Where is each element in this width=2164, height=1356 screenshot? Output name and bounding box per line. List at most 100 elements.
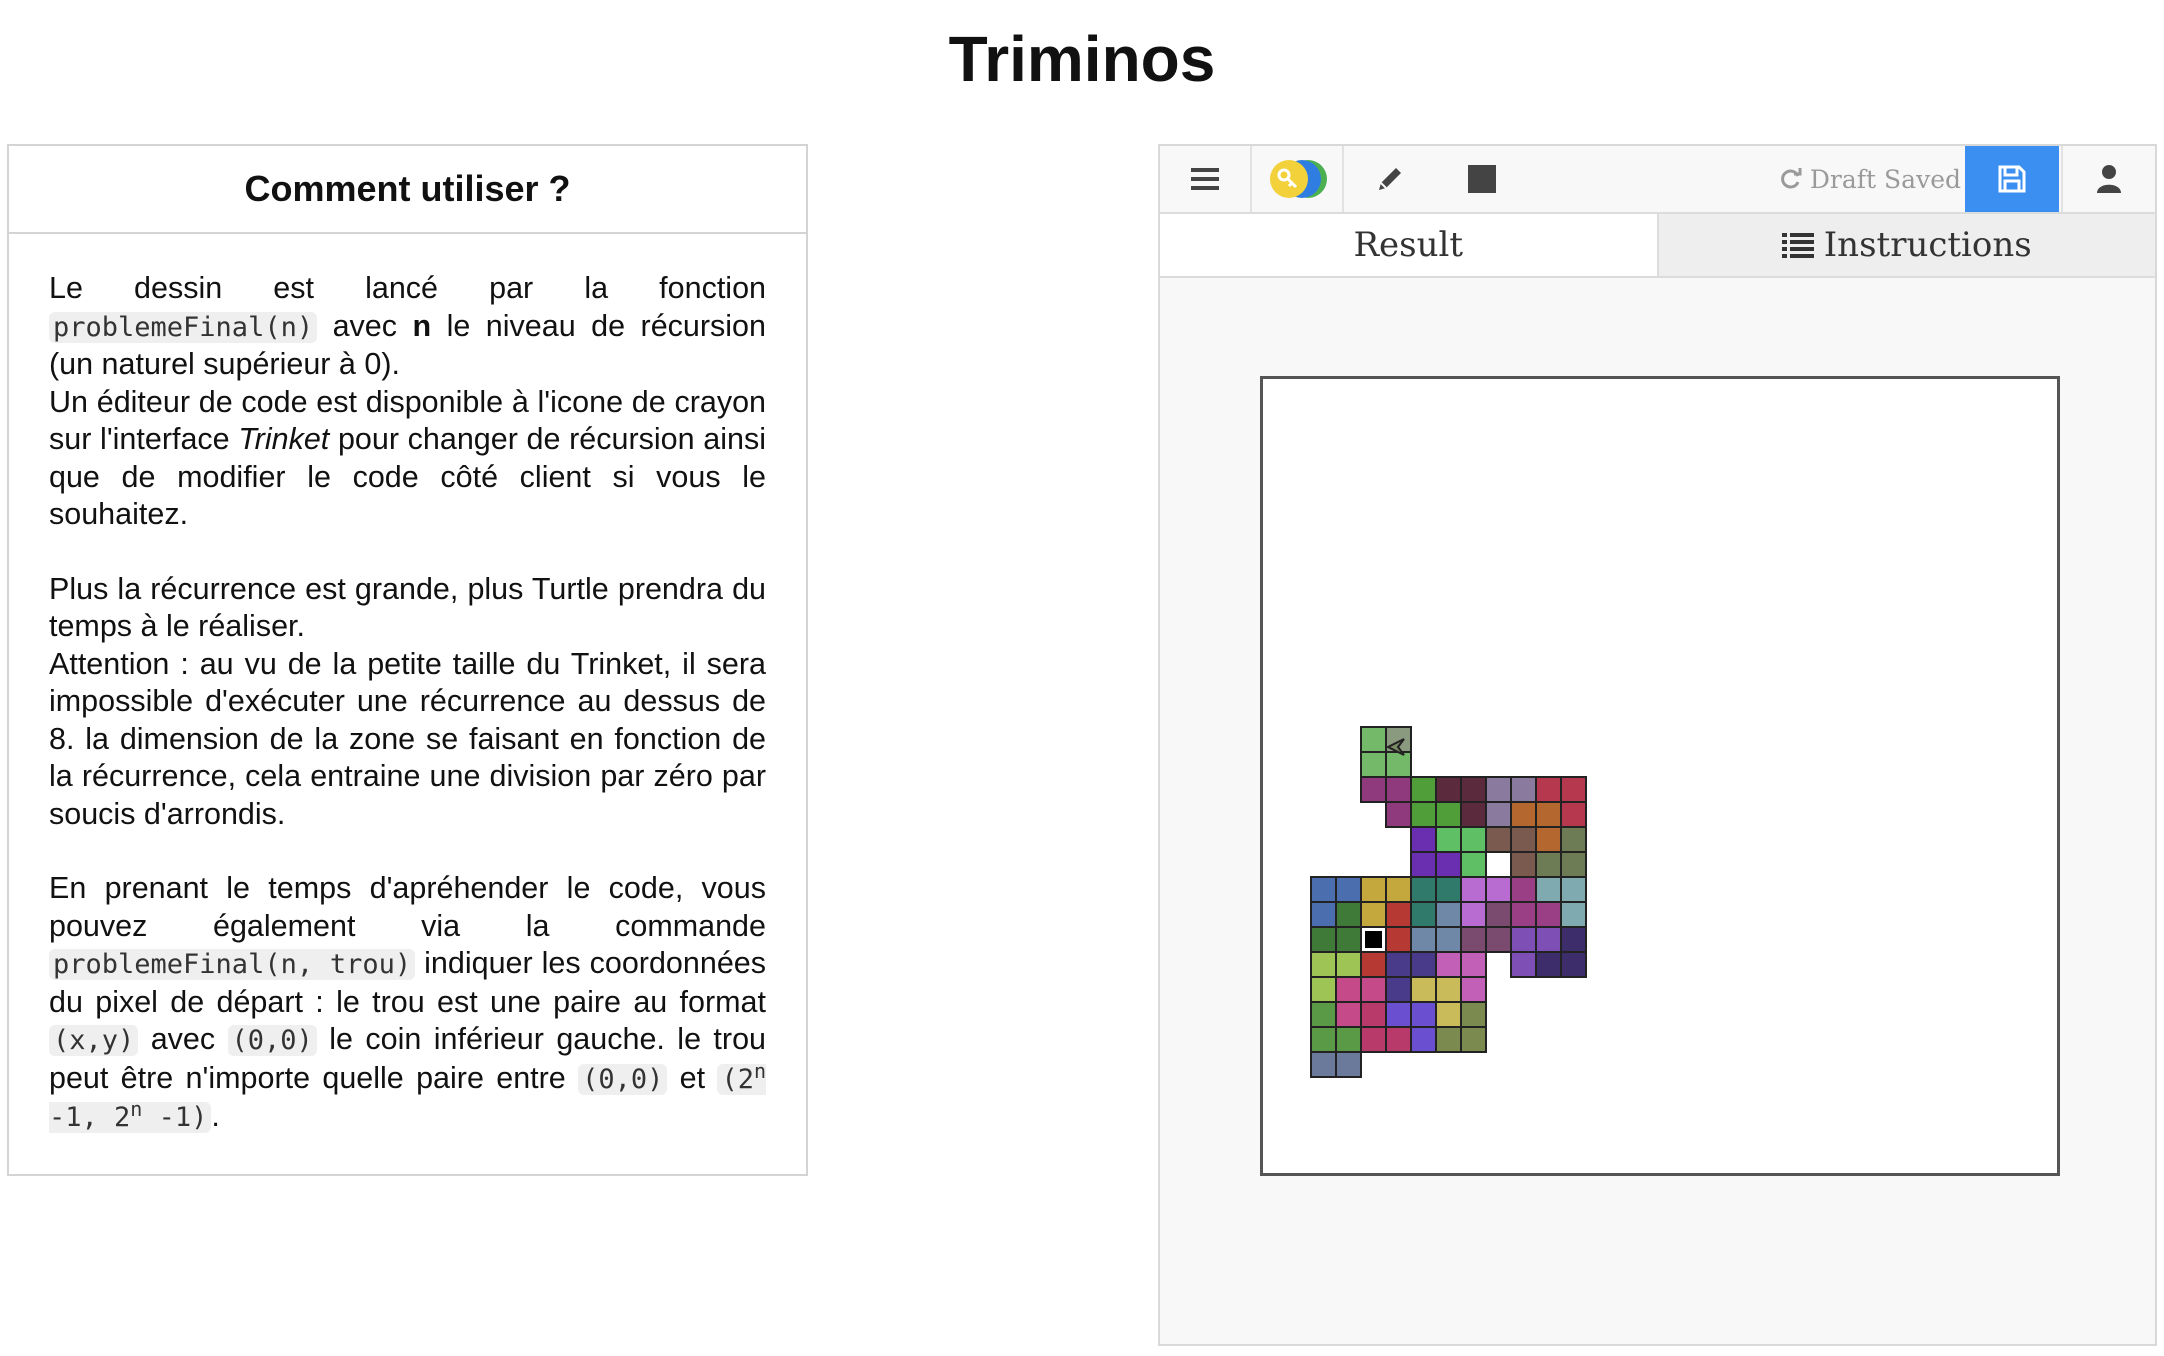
help-paragraph-hole: En prenant le temps d'apréhender le code… — [49, 870, 766, 1137]
edit-code-button[interactable] — [1344, 146, 1436, 212]
trimino-cell — [1485, 926, 1512, 953]
trimino-cell — [1435, 851, 1462, 878]
code-snippet: (x,y) — [49, 1025, 139, 1056]
trimino-piece — [1360, 776, 1412, 828]
trimino-cell — [1535, 926, 1562, 953]
trimino-cell — [1360, 726, 1387, 753]
code-snippet: problemeFinal(n, trou) — [49, 949, 416, 980]
trimino-cell — [1460, 801, 1487, 828]
help-panel: Comment utiliser ? Le dessin est lancé p… — [7, 144, 808, 1176]
trimino-cell — [1335, 901, 1362, 928]
trimino-cell — [1435, 776, 1462, 803]
trimino-cell — [1360, 1001, 1387, 1028]
trimino-cell — [1435, 1026, 1462, 1053]
trimino-cell — [1410, 926, 1437, 953]
help-paragraph-editor: Un éditeur de code est disponible à l'ic… — [49, 384, 766, 534]
trimino-cell — [1410, 876, 1437, 903]
code-superscript: n — [753, 1058, 766, 1083]
trimino-piece — [1485, 826, 1537, 878]
trimino-cell — [1335, 951, 1362, 978]
trimino-cell — [1485, 826, 1512, 853]
trimino-cell — [1460, 926, 1487, 953]
trimino-cell — [1385, 801, 1412, 828]
trimino-cell — [1560, 926, 1587, 953]
trimino-cell — [1385, 1026, 1412, 1053]
trimino-cell — [1535, 876, 1562, 903]
trimino-cell — [1435, 876, 1462, 903]
trimino-cell — [1435, 976, 1462, 1003]
menu-button[interactable] — [1160, 146, 1252, 212]
trimino-cell — [1510, 801, 1537, 828]
trimino-cell — [1435, 926, 1462, 953]
trimino-cell — [1560, 876, 1587, 903]
trimino-cell — [1435, 951, 1462, 978]
floppy-disk-icon — [1998, 165, 2026, 193]
trimino-cell — [1410, 976, 1437, 1003]
user-icon — [2097, 165, 2121, 193]
code-snippet: (0,0) — [227, 1025, 317, 1056]
trimino-cell — [1410, 801, 1437, 828]
trimino-cell — [1385, 951, 1412, 978]
trimino-cell — [1360, 751, 1387, 778]
trimino-cell — [1460, 976, 1487, 1003]
user-menu-button[interactable] — [2061, 146, 2155, 212]
trimino-cell — [1460, 876, 1487, 903]
code-part: -1, 2 — [49, 1102, 131, 1133]
help-text: avec — [138, 1022, 228, 1056]
help-text: Le dessin est lancé par la fonction — [49, 271, 766, 305]
trimino-cell — [1335, 876, 1362, 903]
trimino-cell — [1535, 776, 1562, 803]
help-paragraph-warning: Attention : au vu de la petite taille du… — [49, 646, 766, 831]
result-area — [1160, 276, 2155, 1344]
trimino-cell — [1310, 1051, 1337, 1078]
code-part: -1) — [142, 1102, 208, 1133]
trimino-cell — [1460, 951, 1487, 978]
trimino-cell — [1410, 1026, 1437, 1053]
trimino-cell — [1360, 951, 1387, 978]
tab-result[interactable]: Result — [1160, 214, 1659, 276]
trimino-cell — [1510, 826, 1537, 853]
trimino-cell — [1335, 1001, 1362, 1028]
trimino-cell — [1410, 776, 1437, 803]
trimino-cell — [1460, 776, 1487, 803]
trimino-cell — [1410, 1001, 1437, 1028]
trimino-cell — [1310, 951, 1337, 978]
code-snippet: (0,0) — [578, 1063, 668, 1095]
help-text: avec — [317, 308, 413, 343]
trimino-cell — [1485, 776, 1512, 803]
trimino-cell — [1410, 851, 1437, 878]
trinket-embed: Draft Saved Result Instructions — [1158, 144, 2157, 1346]
starting-hole — [1365, 931, 1382, 948]
trimino-cell — [1460, 826, 1487, 853]
tab-instructions[interactable]: Instructions — [1658, 214, 2155, 276]
list-icon — [1781, 233, 1814, 258]
trimino-cell — [1460, 851, 1487, 878]
trimino-cell — [1310, 1026, 1337, 1053]
page-title: Triminos — [948, 23, 1216, 95]
trimino-cell — [1510, 951, 1537, 978]
trimino-cell — [1460, 1001, 1487, 1028]
trimino-cell — [1310, 1001, 1337, 1028]
stop-button[interactable] — [1436, 146, 1528, 212]
help-body: Le dessin est lancé par la fonction prob… — [9, 234, 806, 1137]
trinket-tabs: Result Instructions — [1160, 214, 2155, 278]
trimino-cell — [1560, 851, 1587, 878]
trimino-cell — [1385, 926, 1412, 953]
trimino-cell — [1310, 926, 1337, 953]
trimino-cell — [1510, 851, 1537, 878]
hamburger-icon — [1191, 168, 1219, 190]
trimino-cell — [1385, 876, 1412, 903]
turtle-canvas[interactable] — [1260, 376, 2060, 1176]
trimino-cell — [1560, 801, 1587, 828]
trimino-cell — [1385, 976, 1412, 1003]
trimino-cell — [1560, 901, 1587, 928]
mode-toggle-button[interactable] — [1252, 146, 1344, 212]
trimino-cell — [1560, 951, 1587, 978]
help-text: En prenant le temps d'apréhender le code… — [49, 871, 766, 943]
trimino-cell — [1535, 951, 1562, 978]
trimino-cell — [1510, 901, 1537, 928]
help-trinket-emphasis: Trinket — [238, 422, 330, 456]
trimino-cell — [1510, 776, 1537, 803]
trimino-cell — [1310, 976, 1337, 1003]
save-button[interactable] — [1965, 146, 2059, 212]
